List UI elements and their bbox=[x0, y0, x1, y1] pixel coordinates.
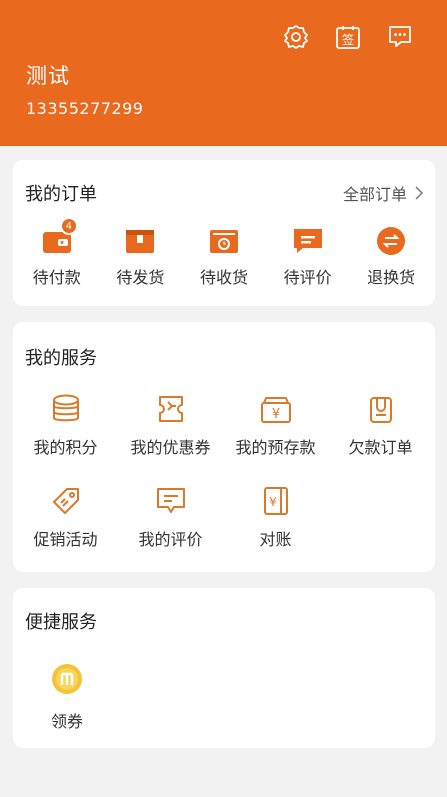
service-deposit[interactable]: ¥ 我的预存款 bbox=[223, 392, 328, 484]
deposit-icon: ¥ bbox=[259, 392, 293, 426]
deposit-currency-glyph: ¥ bbox=[271, 407, 279, 422]
service-label: 我的评价 bbox=[138, 530, 203, 549]
service-points[interactable]: 我的积分 bbox=[13, 392, 118, 484]
username[interactable]: 测试 bbox=[26, 60, 70, 90]
header-toolbar: 签 bbox=[281, 22, 415, 52]
my-services-title: 我的服务 bbox=[25, 348, 97, 369]
box-icon bbox=[123, 226, 157, 256]
delivery-icon bbox=[207, 226, 241, 256]
service-label: 欠款订单 bbox=[348, 438, 413, 457]
order-label: 待付款 bbox=[32, 268, 81, 287]
promotion-tag-icon bbox=[49, 484, 83, 518]
phone-number: 13355277299 bbox=[26, 99, 144, 118]
review-icon bbox=[154, 484, 188, 518]
order-pending-review[interactable]: 待评价 bbox=[268, 226, 348, 288]
exchange-icon bbox=[374, 226, 408, 256]
order-label: 待发货 bbox=[116, 268, 165, 287]
chevron-right-icon bbox=[415, 186, 423, 200]
order-status-row: 4 待付款 待发货 待收货 待评价 退换货 bbox=[13, 217, 435, 288]
pending-payment-badge: 4 bbox=[59, 217, 78, 235]
reconcile-icon: ¥ bbox=[259, 484, 293, 518]
comment-icon bbox=[291, 226, 325, 256]
service-coupons[interactable]: 我的优惠券 bbox=[118, 392, 223, 484]
my-orders-card: 我的订单 全部订单 4 待付款 待发货 待收货 待评价 退换货 bbox=[13, 160, 435, 306]
order-label: 待收货 bbox=[199, 268, 248, 287]
service-label: 我的优惠券 bbox=[130, 438, 211, 457]
my-orders-title: 我的订单 bbox=[25, 184, 97, 205]
wallet-icon: 4 bbox=[40, 217, 78, 256]
order-returns[interactable]: 退换货 bbox=[351, 226, 431, 288]
services-grid: 我的积分 我的优惠券 ¥ 我的预存款 欠款订单 促销活动 我的评价 ¥ 对账 bbox=[13, 392, 435, 576]
all-orders-label: 全部订单 bbox=[342, 185, 407, 204]
service-reviews[interactable]: 我的评价 bbox=[118, 484, 223, 576]
get-coupon-icon bbox=[50, 662, 84, 700]
order-label: 待评价 bbox=[283, 268, 332, 287]
coupon-icon bbox=[154, 392, 188, 426]
service-reconcile[interactable]: ¥ 对账 bbox=[223, 484, 328, 576]
coins-icon bbox=[49, 392, 83, 426]
sign-in-icon[interactable]: 签 bbox=[333, 22, 363, 52]
order-pending-payment[interactable]: 4 待付款 bbox=[17, 217, 97, 288]
quick-label: 领券 bbox=[50, 712, 83, 731]
sign-glyph: 签 bbox=[342, 32, 354, 47]
all-orders-link[interactable]: 全部订单 bbox=[343, 181, 423, 205]
service-label: 促销活动 bbox=[33, 530, 98, 549]
service-promotions[interactable]: 促销活动 bbox=[13, 484, 118, 576]
quick-services-title: 便捷服务 bbox=[25, 612, 97, 633]
order-label: 退换货 bbox=[367, 268, 416, 287]
debt-order-icon bbox=[364, 392, 398, 426]
service-label: 对账 bbox=[259, 530, 292, 549]
order-pending-receipt[interactable]: 待收货 bbox=[184, 226, 264, 288]
order-pending-shipment[interactable]: 待发货 bbox=[100, 226, 180, 288]
profile-header: 签 测试 13355277299 bbox=[0, 0, 447, 146]
settings-icon[interactable] bbox=[281, 22, 311, 52]
service-label: 我的积分 bbox=[33, 438, 98, 457]
service-debt-orders[interactable]: 欠款订单 bbox=[328, 392, 433, 484]
my-services-card: 我的服务 我的积分 我的优惠券 ¥ 我的预存款 欠款订单 促销活动 我的评价 ¥… bbox=[13, 322, 435, 572]
quick-services-card: 便捷服务 领券 bbox=[13, 588, 435, 748]
quick-get-coupon[interactable]: 领券 bbox=[39, 662, 95, 732]
service-label: 我的预存款 bbox=[235, 438, 316, 457]
message-icon[interactable] bbox=[385, 22, 415, 52]
reconcile-currency-glyph: ¥ bbox=[269, 495, 277, 509]
